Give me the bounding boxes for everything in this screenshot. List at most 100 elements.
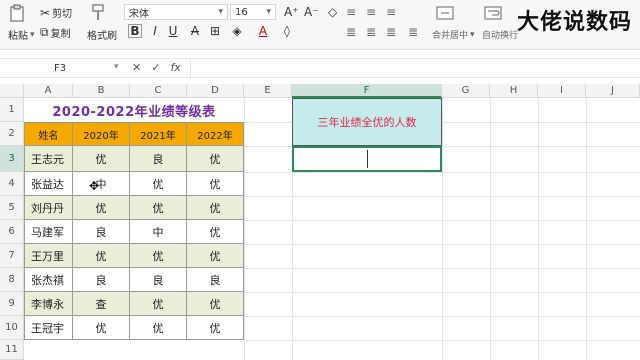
grade-cell[interactable]: 良	[130, 268, 187, 292]
header-cell-2020[interactable]: 2020年	[73, 122, 130, 146]
italic-button[interactable]: I	[148, 24, 162, 38]
row-header-11[interactable]: 11	[0, 340, 24, 360]
grade-cell[interactable]: 优	[187, 172, 244, 196]
name-cell[interactable]: 王志元	[24, 146, 73, 172]
wrap-text-button[interactable]	[484, 5, 502, 21]
row-header-3[interactable]: 3	[0, 146, 24, 172]
copy-text: 复制	[50, 29, 71, 40]
fill-color-button[interactable]: ◈	[230, 24, 244, 38]
grade-cell[interactable]: 优	[187, 316, 244, 340]
formula-input[interactable]	[190, 60, 640, 77]
align-middle-button[interactable]: ≡	[366, 5, 376, 19]
grade-cell[interactable]: 优	[130, 172, 187, 196]
distribute-button[interactable]: ≣	[408, 25, 418, 39]
header-cell-2021[interactable]: 2021年	[130, 122, 187, 146]
column-header-b[interactable]: B	[73, 84, 130, 98]
grade-cell[interactable]: 优	[187, 146, 244, 172]
name-box[interactable]: F3	[6, 61, 114, 76]
row-header-2[interactable]: 2	[0, 122, 24, 146]
name-cell[interactable]: 王冠宇	[24, 316, 73, 340]
chevron-down-icon[interactable]: ▾	[114, 62, 119, 72]
header-cell-name[interactable]: 姓名	[24, 122, 73, 146]
cancel-icon[interactable]: ✕	[132, 61, 141, 74]
erase-button[interactable]: ◊	[280, 24, 294, 38]
font-color-button[interactable]: A	[256, 24, 270, 38]
clear-format-button[interactable]: ◇	[328, 5, 337, 19]
merge-center-button[interactable]	[436, 5, 454, 21]
grade-cell[interactable]: 优	[187, 244, 244, 268]
grade-cell[interactable]: 优	[73, 244, 130, 268]
name-cell[interactable]: 马建军	[24, 220, 73, 244]
grade-cell[interactable]: 良	[187, 268, 244, 292]
row-header-5[interactable]: 5	[0, 196, 24, 220]
merge-center-label[interactable]: 合并居中 ▾	[432, 28, 475, 42]
align-right-button[interactable]: ≣	[386, 25, 396, 39]
result-label-cell[interactable]: 三年业绩全优的人数	[292, 98, 442, 146]
gridline	[490, 98, 491, 360]
grade-cell[interactable]: 中	[130, 220, 187, 244]
header-cell-2022[interactable]: 2022年	[187, 122, 244, 146]
column-header-j[interactable]: J	[586, 84, 640, 98]
grade-cell[interactable]: 优	[130, 292, 187, 316]
grade-cell[interactable]: 良	[73, 268, 130, 292]
grade-cell[interactable]: 优	[187, 196, 244, 220]
column-header-h[interactable]: H	[490, 84, 538, 98]
align-middle-icon: ≡	[366, 5, 377, 19]
grade-cell[interactable]: 良	[73, 220, 130, 244]
row-header-8[interactable]: 8	[0, 268, 24, 292]
grade-cell[interactable]: 良	[130, 146, 187, 172]
bold-button[interactable]: B	[128, 24, 142, 38]
align-bottom-button[interactable]: ≡	[386, 5, 396, 19]
grade-cell[interactable]: 优	[73, 316, 130, 340]
border-icon: ⊞	[209, 24, 221, 38]
row-header-9[interactable]: 9	[0, 292, 24, 316]
grade-cell[interactable]: 优	[187, 220, 244, 244]
fx-icon[interactable]: fx	[170, 61, 180, 74]
grade-cell[interactable]: 优	[73, 196, 130, 220]
name-cell[interactable]: 李博永	[24, 292, 73, 316]
grade-cell[interactable]: 优	[130, 244, 187, 268]
align-center-button[interactable]: ≣	[366, 25, 376, 39]
row-header-1[interactable]: 1	[0, 98, 24, 122]
grow-font-button[interactable]: A⁺	[284, 5, 299, 19]
align-left-button[interactable]: ≣	[346, 25, 356, 39]
select-all-corner[interactable]	[0, 84, 24, 98]
paste-label[interactable]: 粘贴 ▾	[8, 27, 35, 43]
column-header-g[interactable]: G	[442, 84, 490, 98]
column-header-e[interactable]: E	[244, 84, 292, 98]
grade-cell[interactable]: 查	[73, 292, 130, 316]
column-header-a[interactable]: A	[24, 84, 73, 98]
strikethrough-button[interactable]: A	[188, 24, 202, 38]
column-header-c[interactable]: C	[130, 84, 187, 98]
result-value-cell[interactable]	[292, 146, 442, 172]
gridline	[244, 292, 640, 293]
name-cell[interactable]: 王万里	[24, 244, 73, 268]
name-cell[interactable]: 张益达	[24, 172, 73, 196]
name-cell[interactable]: 张杰祺	[24, 268, 73, 292]
name-cell[interactable]: 刘丹丹	[24, 196, 73, 220]
font-family-select[interactable]: 宋体 ▾	[124, 4, 228, 20]
shrink-font-button[interactable]: A⁻	[304, 5, 319, 19]
font-color-icon: A	[258, 24, 268, 38]
border-button[interactable]: ⊞	[208, 24, 222, 38]
grade-cell[interactable]: 中	[73, 172, 130, 196]
underline-button[interactable]: U	[166, 24, 180, 38]
column-header-f[interactable]: F	[292, 84, 442, 98]
confirm-icon[interactable]: ✓	[151, 61, 160, 74]
copy-button[interactable]: ⧉ 复制	[40, 25, 71, 40]
font-size-select[interactable]: 16 ▾	[230, 4, 276, 20]
align-top-button[interactable]: ≡	[346, 5, 356, 19]
row-header-10[interactable]: 10	[0, 316, 24, 340]
column-header-d[interactable]: D	[187, 84, 244, 98]
column-header-i[interactable]: I	[538, 84, 586, 98]
grade-cell[interactable]: 优	[130, 316, 187, 340]
row-header-7[interactable]: 7	[0, 244, 24, 268]
row-header-6[interactable]: 6	[0, 220, 24, 244]
paste-button[interactable]	[8, 4, 26, 22]
grade-cell[interactable]: 优	[130, 196, 187, 220]
format-painter-button[interactable]	[90, 4, 106, 22]
grade-cell[interactable]: 优	[187, 292, 244, 316]
grade-cell[interactable]: 优	[73, 146, 130, 172]
cut-button[interactable]: ✂ 剪切	[40, 5, 72, 21]
row-header-4[interactable]: 4	[0, 172, 24, 196]
